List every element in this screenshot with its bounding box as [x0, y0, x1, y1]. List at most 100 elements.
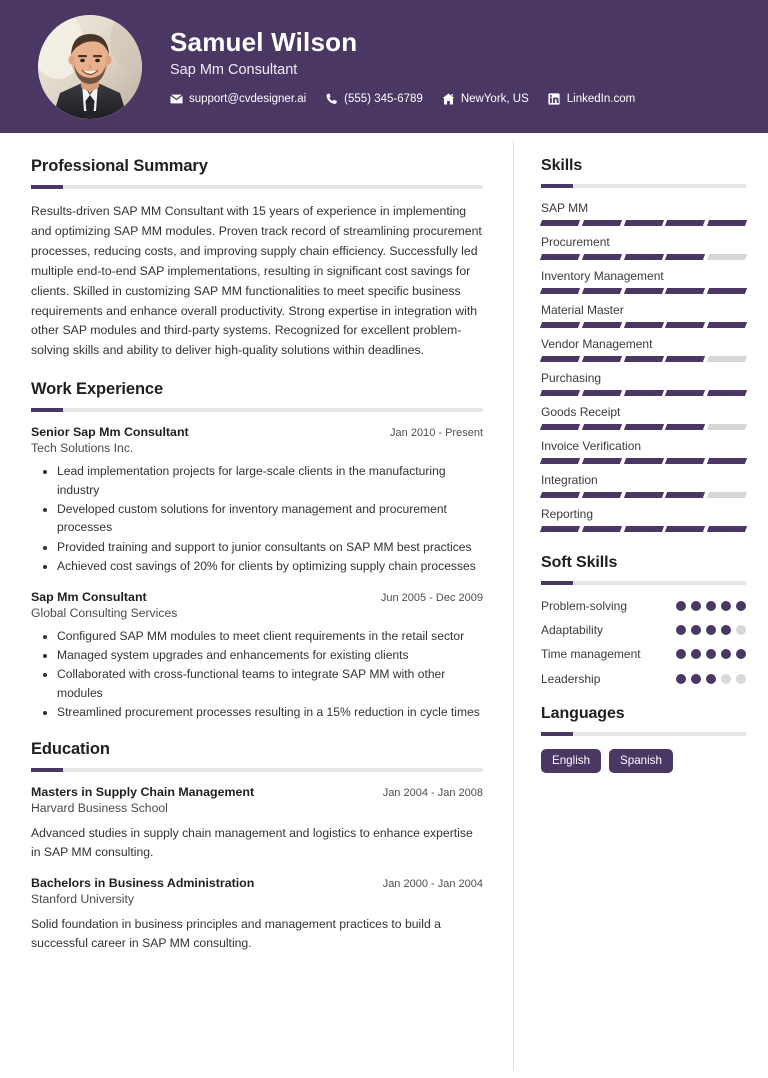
- skill-segment-filled: [665, 322, 706, 328]
- section-rule: [541, 731, 746, 736]
- languages-list: English Spanish: [541, 748, 746, 773]
- skill-segment-filled: [581, 424, 622, 430]
- section-rule: [541, 581, 746, 585]
- skill-row: Inventory Management: [539, 269, 748, 294]
- skill-segment-filled: [707, 220, 748, 226]
- section-title-summary: Professional Summary: [31, 157, 208, 175]
- rating-dot-empty: [736, 673, 746, 684]
- experience-org: Global Consulting Services: [31, 605, 178, 620]
- education-date: Jan 2004 - Jan 2008: [382, 787, 483, 800]
- skill-segment-filled: [623, 526, 664, 532]
- education-entry: Bachelors in Business Administration Jan…: [31, 876, 483, 953]
- header-text-block: Samuel Wilson Sap Mm Consultant support@…: [170, 27, 744, 106]
- rating-dot-filled: [706, 625, 716, 636]
- section-title-experience: Work Experience: [31, 380, 164, 399]
- section-soft-skills: Soft Skills Problem-solving Adaptability T…: [541, 554, 746, 687]
- education-description: Advanced studies in supply chain managem…: [31, 826, 473, 860]
- rating-dot-filled: [676, 625, 686, 636]
- skill-segment-filled: [623, 288, 664, 294]
- rating-dot-filled: [706, 601, 716, 612]
- skill-level-bar: [539, 390, 748, 396]
- experience-date: Jun 2005 - Dec 2009: [380, 591, 483, 604]
- section-title-education: Education: [31, 740, 110, 759]
- skill-segment-filled: [707, 458, 748, 464]
- rating-dot-filled: [691, 601, 701, 612]
- education-degree: Masters in Supply Chain Management: [31, 785, 255, 800]
- experience-entry-head: Sap Mm Consultant Jun 2005 - Dec 2009: [31, 590, 483, 604]
- home-icon: [442, 92, 455, 105]
- education-degree: Bachelors in Business Administration: [31, 876, 255, 891]
- soft-skills-list: Problem-solving Adaptability Time manageme…: [541, 598, 746, 687]
- skill-label: Inventory Management: [541, 269, 664, 283]
- section-rule: [541, 184, 746, 188]
- section-professional-summary: Professional Summary Results-driven SAP …: [31, 157, 483, 361]
- soft-skill-label: Adaptability: [541, 623, 604, 638]
- skill-level-bar: [539, 458, 748, 464]
- skill-segment-filled: [665, 390, 706, 396]
- soft-skill-row: Problem-solving: [541, 598, 746, 614]
- list-item: Lead implementation projects for large-s…: [57, 462, 483, 499]
- skill-segment-filled: [707, 390, 748, 396]
- section-skills: Skills SAP MM Procurement Inventory Manage…: [539, 157, 748, 532]
- skill-level-bar: [539, 424, 748, 430]
- sidebar-column: Skills SAP MM Procurement Inventory Manage…: [514, 133, 768, 1078]
- soft-skill-label: Time management: [541, 647, 641, 662]
- skill-segment-filled: [665, 492, 706, 498]
- skill-segment-filled: [665, 424, 706, 430]
- skill-segment-filled: [665, 220, 706, 226]
- rating-dot-empty: [736, 625, 746, 636]
- skill-level-bar: [539, 492, 748, 498]
- contact-email[interactable]: support@cvdesigner.ai: [170, 92, 306, 105]
- soft-skill-label: Problem-solving: [541, 599, 628, 613]
- skill-level-bar: [539, 254, 748, 260]
- rating-dot-filled: [736, 601, 746, 612]
- skill-segment-filled: [539, 458, 580, 464]
- skill-segment-empty: [707, 254, 748, 260]
- section-rule: [31, 768, 483, 773]
- section-rule: [31, 185, 483, 189]
- contact-row: support@cvdesigner.ai (555) 345-6789 New…: [170, 92, 744, 105]
- main-column: Professional Summary Results-driven SAP …: [0, 133, 513, 1078]
- section-education: Education Masters in Supply Chain Manage…: [31, 740, 483, 953]
- skills-list: SAP MM Procurement Inventory Management Mat…: [539, 201, 748, 532]
- skill-level-bar: [539, 526, 748, 532]
- skill-segment-filled: [539, 424, 580, 430]
- skill-label: Integration: [541, 473, 598, 487]
- rating-dot-filled: [691, 649, 701, 660]
- list-item: Provided training and support to junior …: [57, 538, 483, 556]
- skill-row: SAP MM: [539, 201, 748, 226]
- skill-segment-empty: [707, 424, 748, 430]
- summary-text: Results-driven SAP MM Consultant with 15…: [31, 204, 482, 358]
- skill-segment-filled: [623, 424, 664, 430]
- education-entry-head: Bachelors in Business Administration Jan…: [31, 876, 483, 890]
- rating-dot-filled: [721, 625, 731, 636]
- resume-page: Samuel Wilson Sap Mm Consultant support@…: [0, 0, 768, 1078]
- soft-skill-rating: [676, 625, 746, 636]
- skill-segment-filled: [581, 254, 622, 260]
- contact-location[interactable]: NewYork, US: [442, 92, 529, 105]
- skill-label: Invoice Verification: [541, 439, 642, 453]
- rating-dot-filled: [676, 649, 686, 660]
- experience-bullets: Configured SAP MM modules to meet client…: [31, 627, 483, 722]
- skill-row: Integration: [539, 473, 748, 498]
- skill-row: Material Master: [539, 303, 748, 328]
- language-chip: Spanish: [609, 748, 673, 773]
- rating-dot-filled: [691, 625, 701, 636]
- experience-entry-head: Senior Sap Mm Consultant Jan 2010 - Pres…: [31, 425, 483, 439]
- resume-body: Professional Summary Results-driven SAP …: [0, 133, 768, 1078]
- avatar: [38, 14, 142, 119]
- contact-email-text: support@cvdesigner.ai: [189, 92, 307, 105]
- skill-segment-filled: [623, 492, 664, 498]
- contact-phone-text: (555) 345-6789: [344, 92, 423, 105]
- skill-segment-filled: [707, 322, 748, 328]
- section-title-skills: Skills: [541, 157, 583, 174]
- skill-level-bar: [539, 322, 748, 328]
- soft-skill-row: Leadership: [541, 671, 746, 687]
- education-school: Stanford University: [31, 892, 134, 907]
- contact-linkedin[interactable]: LinkedIn.com: [548, 92, 635, 105]
- list-item: Collaborated with cross-functional teams…: [57, 665, 483, 702]
- skill-segment-filled: [581, 390, 622, 396]
- contact-phone[interactable]: (555) 345-6789: [325, 92, 423, 105]
- skill-segment-filled: [581, 288, 622, 294]
- rating-dot-filled: [721, 601, 731, 612]
